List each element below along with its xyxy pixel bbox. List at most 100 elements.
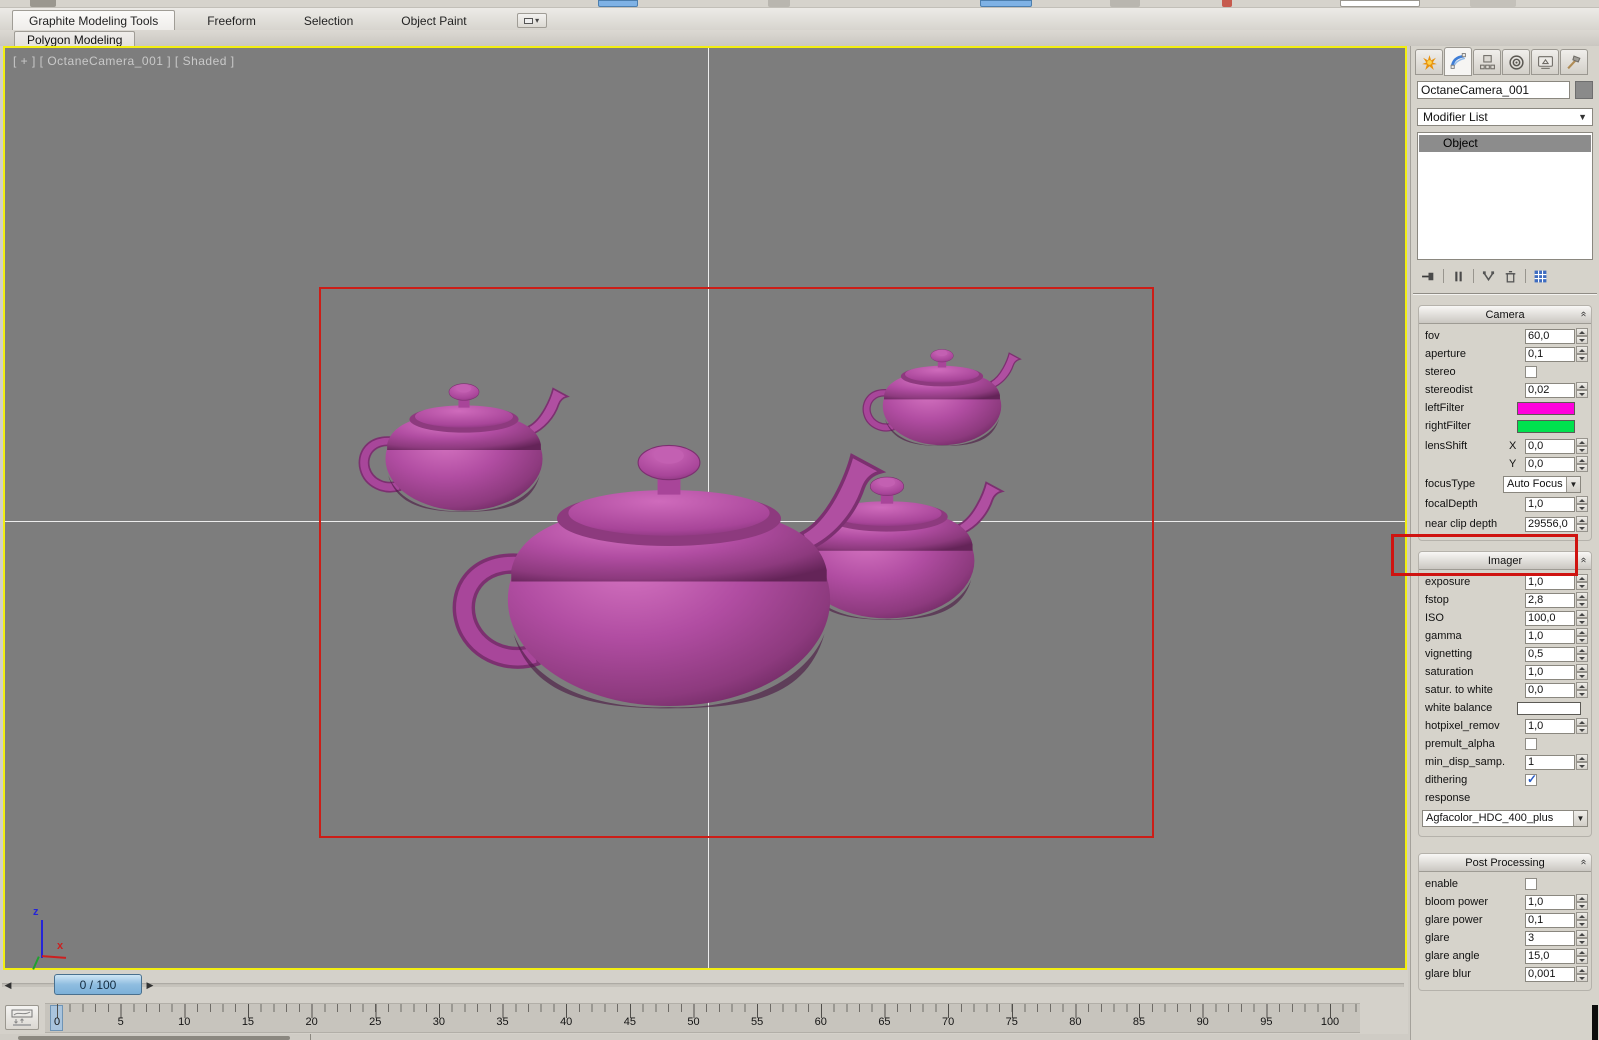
glare-spinner-down[interactable]	[1576, 938, 1588, 946]
glare-angle-spinner-up[interactable]	[1576, 948, 1588, 956]
focaldepth-field[interactable]: 1,0	[1525, 496, 1575, 512]
gamma-field[interactable]: 1,0	[1525, 628, 1575, 644]
track-bar-band[interactable]: 0 5 10 15 20 25 30 35 40 45 50 55 60 65 70 75 80 85 90 95 10…	[45, 1003, 1360, 1033]
tab-utilities[interactable]	[1560, 49, 1588, 75]
exposure-spinner-down[interactable]	[1576, 582, 1588, 590]
focaldepth-spinner-down[interactable]	[1576, 504, 1588, 512]
vignetting-field[interactable]: 0,5	[1525, 646, 1575, 662]
saturation-spinner-up[interactable]	[1576, 664, 1588, 672]
stereodist-spinner-down[interactable]	[1576, 390, 1588, 398]
next-frame-arrow[interactable]: ▶	[144, 977, 156, 993]
tab-motion[interactable]	[1502, 49, 1530, 75]
iso-spinner-down[interactable]	[1576, 618, 1588, 626]
object-name-field[interactable]: OctaneCamera_001	[1417, 81, 1570, 99]
camera-viewport[interactable]: [ + ] [ OctaneCamera_001 ] [ Shaded ] z …	[3, 46, 1407, 970]
object-color-swatch[interactable]	[1575, 81, 1593, 99]
0-0-spinner-up[interactable]	[1576, 456, 1588, 464]
min-disp-samp-spinner-down[interactable]	[1576, 762, 1588, 770]
bloom-power-spinner-up[interactable]	[1576, 894, 1588, 902]
time-slider-track[interactable]	[2, 983, 1404, 987]
min-disp-samp-field[interactable]: 1	[1525, 754, 1575, 770]
0-0-spinner-down[interactable]	[1576, 464, 1588, 472]
glare-angle-field[interactable]: 15,0	[1525, 948, 1575, 964]
white-balance-color-swatch[interactable]	[1517, 701, 1581, 715]
exposure-spinner-up[interactable]	[1576, 574, 1588, 582]
agfacolor-hdc-400-plus-dropdown[interactable]: Agfacolor_HDC_400_plus ▼	[1422, 809, 1588, 827]
lensshift-spinner-down[interactable]	[1576, 446, 1588, 454]
aperture-spinner-down[interactable]	[1576, 354, 1588, 362]
fstop-spinner-down[interactable]	[1576, 600, 1588, 608]
glare-blur-spinner-down[interactable]	[1576, 974, 1588, 982]
glare-spinner-up[interactable]	[1576, 930, 1588, 938]
collapse-chevron-icon[interactable]: «	[1578, 557, 1589, 563]
hotpixel-remov-field[interactable]: 1,0	[1525, 718, 1575, 734]
aperture-spinner-up[interactable]	[1576, 346, 1588, 354]
min-disp-samp-spinner-up[interactable]	[1576, 754, 1588, 762]
ribbon-tab-object-paint[interactable]: Object Paint	[385, 11, 482, 30]
tab-create[interactable]	[1415, 49, 1443, 75]
near-clip-depth-spinner-down[interactable]	[1576, 524, 1588, 532]
rollout-header-camera[interactable]: Camera «	[1419, 306, 1591, 324]
bloom-power-spinner-down[interactable]	[1576, 902, 1588, 910]
iso-field[interactable]: 100,0	[1525, 610, 1575, 626]
ribbon-overflow-button[interactable]: ▾	[516, 13, 547, 28]
glare-field[interactable]: 3	[1525, 930, 1575, 946]
viewport-label[interactable]: [ + ] [ OctaneCamera_001 ] [ Shaded ]	[13, 54, 235, 68]
open-mini-curve-editor-button[interactable]	[5, 1005, 39, 1030]
leftfilter-color-swatch[interactable]	[1517, 401, 1575, 415]
stereodist-spinner-up[interactable]	[1576, 382, 1588, 390]
tab-modify[interactable]	[1444, 47, 1472, 76]
tab-display[interactable]	[1531, 49, 1559, 75]
make-unique-icon[interactable]	[1481, 269, 1496, 284]
glare-blur-field[interactable]: 0,001	[1525, 966, 1575, 982]
vignetting-spinner-up[interactable]	[1576, 646, 1588, 654]
fstop-field[interactable]: 2,8	[1525, 592, 1575, 608]
time-slider-button[interactable]: 0 / 100	[54, 974, 142, 995]
stereodist-field[interactable]: 0,02	[1525, 382, 1575, 398]
modifier-stack[interactable]: Object	[1417, 132, 1593, 260]
rollout-header-imager[interactable]: Imager «	[1419, 552, 1591, 570]
stack-item-object[interactable]: Object	[1419, 135, 1591, 152]
collapse-chevron-icon[interactable]: «	[1578, 859, 1589, 865]
enable-checkbox[interactable]	[1525, 878, 1537, 891]
gamma-spinner-down[interactable]	[1576, 636, 1588, 644]
fov-field[interactable]: 60,0	[1525, 328, 1575, 344]
collapse-chevron-icon[interactable]: «	[1578, 311, 1589, 317]
tab-hierarchy[interactable]	[1473, 49, 1501, 75]
aperture-field[interactable]: 0,1	[1525, 346, 1575, 362]
ribbon-tab-freeform[interactable]: Freeform	[191, 11, 272, 30]
satur-to-white-field[interactable]: 0,0	[1525, 682, 1575, 698]
configure-modifier-sets-icon[interactable]	[1533, 269, 1548, 284]
hotpixel-remov-spinner-down[interactable]	[1576, 726, 1588, 734]
near-clip-depth-field[interactable]: 29556,0	[1525, 516, 1575, 532]
glare-power-spinner-up[interactable]	[1576, 912, 1588, 920]
fov-spinner-down[interactable]	[1576, 336, 1588, 344]
show-end-result-icon[interactable]	[1451, 269, 1466, 284]
bloom-power-field[interactable]: 1,0	[1525, 894, 1575, 910]
hotpixel-remov-spinner-up[interactable]	[1576, 718, 1588, 726]
ribbon-tab-graphite-modeling-tools[interactable]: Graphite Modeling Tools	[12, 10, 176, 30]
vignetting-spinner-down[interactable]	[1576, 654, 1588, 662]
lensshift-field[interactable]: 0,0	[1525, 438, 1575, 454]
modifier-list-dropdown[interactable]: Modifier List ▼	[1417, 108, 1593, 126]
glare-blur-spinner-up[interactable]	[1576, 966, 1588, 974]
gamma-spinner-up[interactable]	[1576, 628, 1588, 636]
lensshift-spinner-up[interactable]	[1576, 438, 1588, 446]
fov-spinner-up[interactable]	[1576, 328, 1588, 336]
0-0-field[interactable]: 0,0	[1525, 456, 1575, 472]
exposure-field[interactable]: 1,0	[1525, 574, 1575, 590]
focaldepth-spinner-up[interactable]	[1576, 496, 1588, 504]
remove-modifier-icon[interactable]	[1503, 269, 1518, 284]
pin-stack-icon[interactable]	[1421, 269, 1436, 284]
rightfilter-color-swatch[interactable]	[1517, 419, 1575, 433]
premult-alpha-checkbox[interactable]	[1525, 738, 1537, 751]
glare-power-field[interactable]: 0,1	[1525, 912, 1575, 928]
panel-scrollbar-thumb[interactable]	[1592, 1005, 1598, 1040]
iso-spinner-up[interactable]	[1576, 610, 1588, 618]
glare-angle-spinner-down[interactable]	[1576, 956, 1588, 964]
fstop-spinner-up[interactable]	[1576, 592, 1588, 600]
stereo-checkbox[interactable]	[1525, 366, 1537, 379]
saturation-spinner-down[interactable]	[1576, 672, 1588, 680]
satur-to-white-spinner-up[interactable]	[1576, 682, 1588, 690]
ribbon-tab-selection[interactable]: Selection	[288, 11, 369, 30]
